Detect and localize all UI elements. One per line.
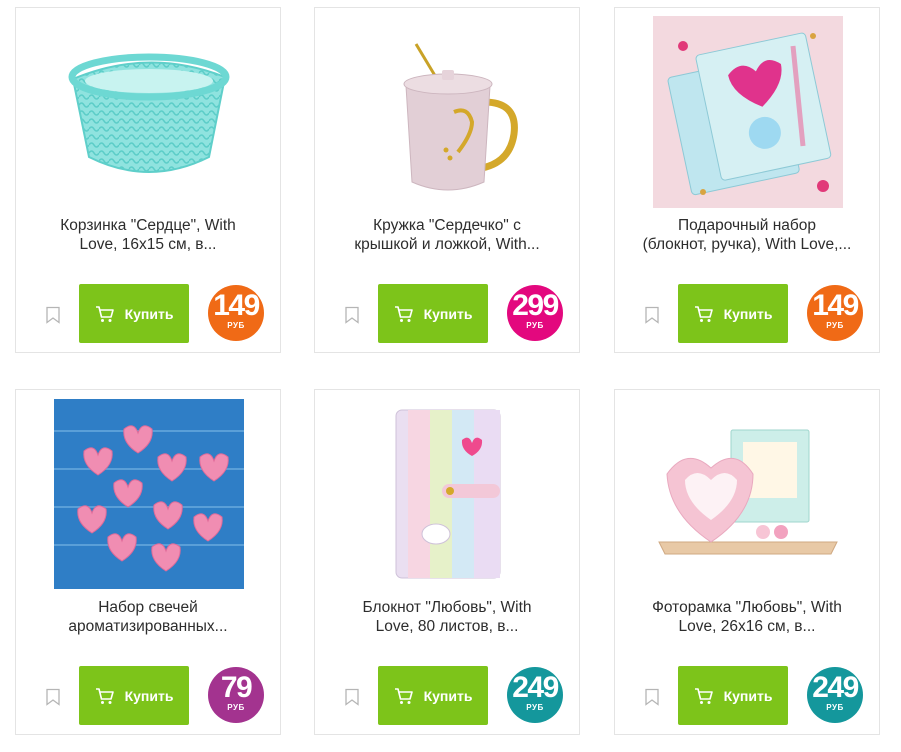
bookmark-icon[interactable]: [45, 688, 61, 706]
cart-icon: [694, 305, 713, 322]
product-title[interactable]: Набор свечей ароматизированных...: [36, 598, 260, 636]
product-title-line: Корзинка "Сердце", With: [60, 217, 236, 234]
product-image-candles[interactable]: [54, 398, 244, 590]
product-title[interactable]: Фоторамка "Любовь", With Love, 26x16 см,…: [635, 598, 859, 636]
product-card: Набор свечей ароматизированных... Купить…: [15, 389, 281, 735]
product-title-line: Блокнот "Любовь", With: [362, 599, 532, 616]
price-badge: 79 РУБ: [208, 667, 264, 723]
bookmark-icon[interactable]: [644, 688, 660, 706]
product-card: Фоторамка "Любовь", With Love, 26x16 см,…: [614, 389, 880, 735]
bookmark-icon[interactable]: [644, 306, 660, 324]
product-title-line: (блокнот, ручка), With Love,...: [642, 236, 852, 253]
cart-icon: [394, 687, 413, 704]
price-value: 149: [213, 289, 260, 322]
product-title-line: Набор свечей: [98, 599, 198, 616]
price-value: 249: [512, 671, 559, 704]
product-title-line: Подарочный набор: [677, 217, 817, 234]
product-image-notebook[interactable]: [353, 398, 543, 590]
price-badge: 249 РУБ: [507, 667, 563, 723]
product-title[interactable]: Подарочный набор (блокнот, ручка), With …: [635, 216, 859, 254]
product-card: Кружка "Сердечко" с крышкой и ложкой, Wi…: [314, 7, 580, 353]
product-image-photo-frame[interactable]: [653, 398, 843, 590]
price-badge: 149 РУБ: [208, 285, 264, 341]
cart-icon: [394, 305, 413, 322]
buy-button-label: Купить: [723, 305, 773, 322]
price-value: 79: [220, 671, 253, 704]
price-badge: 249 РУБ: [807, 667, 863, 723]
product-title-line: ароматизированных...: [68, 618, 228, 635]
price-currency: РУБ: [526, 321, 544, 330]
price-badge: 299 РУБ: [507, 285, 563, 341]
price-badge: 149 РУБ: [807, 285, 863, 341]
price-currency: РУБ: [826, 703, 844, 712]
cart-icon: [694, 687, 713, 704]
buy-button[interactable]: Купить: [378, 284, 488, 343]
product-title-line: Кружка "Сердечко" с: [373, 217, 521, 234]
cart-icon: [95, 687, 114, 704]
bookmark-icon[interactable]: [344, 688, 360, 706]
buy-button[interactable]: Купить: [678, 284, 788, 343]
product-title[interactable]: Корзинка "Сердце", With Love, 16x15 см, …: [36, 216, 260, 254]
product-image-notebook-set[interactable]: [653, 16, 843, 208]
price-currency: РУБ: [826, 321, 844, 330]
product-title-line: Love, 26x16 см, в...: [678, 618, 816, 635]
buy-button-label: Купить: [124, 305, 174, 322]
buy-button-label: Купить: [723, 687, 773, 704]
cart-icon: [95, 305, 114, 322]
product-image-basket[interactable]: [54, 16, 244, 208]
product-title[interactable]: Кружка "Сердечко" с крышкой и ложкой, Wi…: [335, 216, 559, 254]
price-value: 249: [812, 671, 859, 704]
product-title-line: крышкой и ложкой, With...: [354, 236, 540, 253]
product-title-line: Love, 16x15 см, в...: [79, 236, 217, 253]
price-currency: РУБ: [227, 703, 245, 712]
price-currency: РУБ: [227, 321, 245, 330]
bookmark-icon[interactable]: [45, 306, 61, 324]
price-currency: РУБ: [526, 703, 544, 712]
price-value: 299: [512, 289, 559, 322]
buy-button-label: Купить: [124, 687, 174, 704]
product-image-mug[interactable]: [353, 16, 543, 208]
buy-button[interactable]: Купить: [678, 666, 788, 725]
bookmark-icon[interactable]: [344, 306, 360, 324]
product-card: Блокнот "Любовь", With Love, 80 листов, …: [314, 389, 580, 735]
buy-button-label: Купить: [423, 305, 473, 322]
buy-button[interactable]: Купить: [79, 284, 189, 343]
product-card: Подарочный набор (блокнот, ручка), With …: [614, 7, 880, 353]
product-title-line: Фоторамка "Любовь", With: [652, 599, 842, 616]
product-title[interactable]: Блокнот "Любовь", With Love, 80 листов, …: [335, 598, 559, 636]
product-title-line: Love, 80 листов, в...: [375, 618, 519, 635]
price-value: 149: [812, 289, 859, 322]
buy-button[interactable]: Купить: [79, 666, 189, 725]
buy-button-label: Купить: [423, 687, 473, 704]
buy-button[interactable]: Купить: [378, 666, 488, 725]
product-card: Корзинка "Сердце", With Love, 16x15 см, …: [15, 7, 281, 353]
